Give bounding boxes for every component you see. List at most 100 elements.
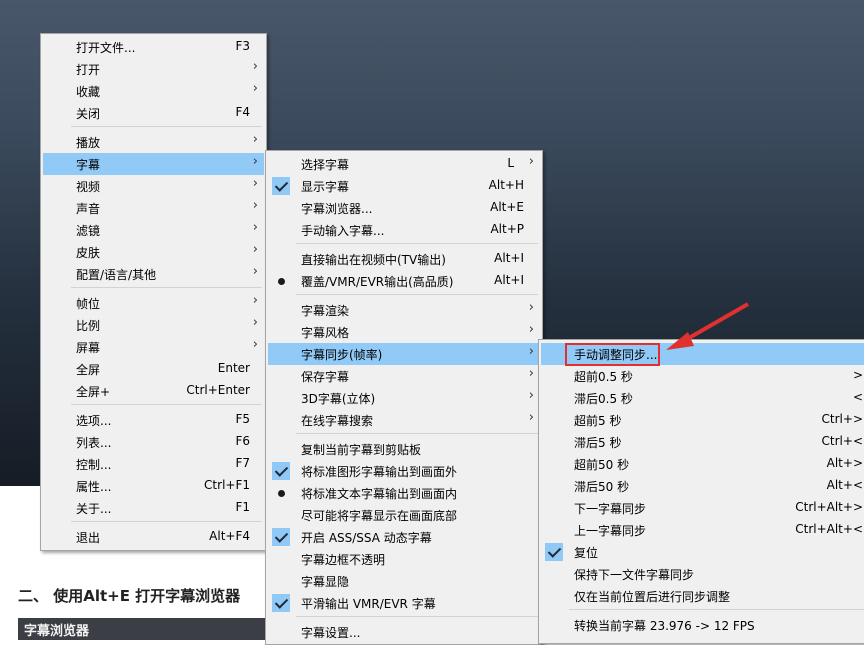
context-menu-main: 打开文件... F3 打开 › 收藏 › 关闭 F4 播放 › 字幕 › 视频 › 声音 › 滤镜 › 皮肤 › 配置/…	[40, 33, 267, 551]
menu1-item[interactable]: 控制... F7	[43, 453, 264, 475]
menu-item-shortcut: F1	[235, 500, 250, 514]
menu1-item[interactable]: 属性... Ctrl+F1	[43, 475, 264, 497]
menu-item-shortcut: >	[852, 368, 863, 382]
menu3-item[interactable]: 滞后0.5 秒 <	[541, 387, 864, 409]
menu-item-label: 复位	[574, 546, 599, 560]
menu-item-label: 平滑输出 VMR/EVR 字幕	[301, 597, 436, 611]
menu1-item[interactable]: 收藏 ›	[43, 80, 264, 102]
menu1-item[interactable]: 帧位 ›	[43, 292, 264, 314]
menu2-item[interactable]: 字幕同步(帧率) ›	[268, 343, 540, 365]
menu2-item[interactable]: 保存字幕 ›	[268, 365, 540, 387]
submenu-arrow-icon: ›	[252, 315, 258, 330]
menu2-item[interactable]: 字幕显隐	[268, 570, 540, 592]
menu-item-label: 字幕同步(帧率)	[301, 348, 383, 362]
menu1-item[interactable]: 声音 ›	[43, 197, 264, 219]
article-heading: 二、 使用Alt+E 打开字幕浏览器	[18, 587, 241, 605]
menu2-item[interactable]: 在线字幕搜索 ›	[268, 409, 540, 431]
menu2-item[interactable]: 显示字幕 Alt+H	[268, 175, 540, 197]
menu1-item[interactable]: 全屏 Enter	[43, 358, 264, 380]
submenu-arrow-icon: ›	[252, 220, 258, 235]
menu1-item[interactable]: 关闭 F4	[43, 102, 264, 124]
submenu-arrow-icon: ›	[252, 81, 258, 96]
menu1-item[interactable]: 退出 Alt+F4	[43, 526, 264, 548]
menu2-item[interactable]: 开启 ASS/SSA 动态字幕	[268, 526, 540, 548]
menu3-item[interactable]: 保持下一文件字幕同步	[541, 563, 864, 585]
menu-separator	[71, 287, 262, 288]
checkmark-icon	[272, 177, 290, 195]
menu3-item[interactable]: 超前50 秒 Alt+>	[541, 453, 864, 475]
menu-item-shortcut: <	[852, 390, 863, 404]
menu2-item[interactable]: 将标准图形字幕输出到画面外	[268, 460, 540, 482]
menu-item-label: 开启 ASS/SSA 动态字幕	[301, 531, 432, 545]
menu3-item[interactable]: 仅在当前位置后进行同步调整	[541, 585, 864, 607]
menu-separator	[71, 126, 262, 127]
menu-item-shortcut: F4	[235, 105, 250, 119]
checkmark-icon	[272, 594, 290, 612]
menu1-item[interactable]: 关于... F1	[43, 497, 264, 519]
menu-item-label: 收藏	[76, 85, 101, 99]
menu1-item[interactable]: 列表... F6	[43, 431, 264, 453]
menu-item-label: 退出	[76, 531, 101, 545]
menu3-item[interactable]: 复位	[541, 541, 864, 563]
submenu-arrow-icon: ›	[252, 59, 258, 74]
menu2-item[interactable]: 手动输入字幕... Alt+P	[268, 219, 540, 241]
menu-item-label: 字幕	[76, 158, 101, 172]
menu2-item[interactable]: 字幕浏览器... Alt+E	[268, 197, 540, 219]
menu2-item[interactable]: 尽可能将字幕显示在画面底部	[268, 504, 540, 526]
menu2-item[interactable]: 3D字幕(立体) ›	[268, 387, 540, 409]
menu2-item[interactable]: 直接输出在视频中(TV输出) Alt+I	[268, 248, 540, 270]
menu2-item[interactable]: 选择字幕 L ›	[268, 153, 540, 175]
menu-item-shortcut: Alt+<	[826, 478, 863, 492]
menu-item-label: 列表...	[76, 436, 112, 450]
menu-item-shortcut: Ctrl+Enter	[186, 383, 250, 397]
menu3-item[interactable]: 下一字幕同步 Ctrl+Alt+>	[541, 497, 864, 519]
menu1-item[interactable]: 皮肤 ›	[43, 241, 264, 263]
submenu-arrow-icon: ›	[528, 300, 534, 315]
subtitle-browser-title: 字幕浏览器	[24, 624, 90, 639]
menu2-item[interactable]: 字幕边框不透明	[268, 548, 540, 570]
radio-dot-icon	[278, 278, 285, 285]
menu-item-label: 视频	[76, 180, 101, 194]
menu-item-label: 下一字幕同步	[574, 502, 647, 516]
menu1-item[interactable]: 全屏+ Ctrl+Enter	[43, 380, 264, 402]
menu-separator	[71, 404, 262, 405]
menu-item-shortcut: Enter	[217, 361, 250, 375]
menu-item-label: 打开文件...	[76, 41, 136, 55]
menu2-item[interactable]: 覆盖/VMR/EVR输出(高品质) Alt+I	[268, 270, 540, 292]
menu-item-label: 显示字幕	[301, 180, 350, 194]
menu2-item[interactable]: 平滑输出 VMR/EVR 字幕	[268, 592, 540, 614]
menu-item-label: 保持下一文件字幕同步	[574, 568, 695, 582]
menu3-item[interactable]: 超前0.5 秒 >	[541, 365, 864, 387]
menu-item-label: 将标准文本字幕输出到画面内	[301, 487, 458, 501]
menu1-item[interactable]: 屏幕 ›	[43, 336, 264, 358]
annotation-highlight-box	[565, 343, 660, 366]
menu2-item[interactable]: 将标准文本字幕输出到画面内	[268, 482, 540, 504]
menu-item-shortcut: F3	[235, 39, 250, 53]
menu1-item[interactable]: 配置/语言/其他 ›	[43, 263, 264, 285]
menu1-item[interactable]: 播放 ›	[43, 131, 264, 153]
menu2-item[interactable]: 字幕渲染 ›	[268, 299, 540, 321]
menu1-item[interactable]: 选项... F5	[43, 409, 264, 431]
menu-item-shortcut: Ctrl+Alt+>	[795, 500, 863, 514]
menu3-item[interactable]: 滞后5 秒 Ctrl+<	[541, 431, 864, 453]
menu3-item[interactable]: 上一字幕同步 Ctrl+Alt+<	[541, 519, 864, 541]
submenu-arrow-icon: ›	[252, 293, 258, 308]
menu1-item[interactable]: 视频 ›	[43, 175, 264, 197]
menu3-item[interactable]: 滞后50 秒 Alt+<	[541, 475, 864, 497]
menu-item-shortcut: L	[507, 156, 514, 170]
subtitle-sync-submenu: 手动调整同步... 超前0.5 秒 > 滞后0.5 秒 < 超前5 秒 Ctrl+> 滞后5 …	[538, 339, 864, 644]
menu2-item[interactable]: 字幕风格 ›	[268, 321, 540, 343]
menu1-item[interactable]: 打开文件... F3	[43, 36, 264, 58]
menu-separator	[71, 521, 262, 522]
menu1-item[interactable]: 字幕 ›	[43, 153, 264, 175]
menu-item-label: 字幕渲染	[301, 304, 350, 318]
menu1-item[interactable]: 比例 ›	[43, 314, 264, 336]
menu2-item[interactable]: 复制当前字幕到剪贴板	[268, 438, 540, 460]
menu-item-label: 比例	[76, 319, 101, 333]
menu3-item[interactable]: 转换当前字幕 23.976 -> 12 FPS	[541, 614, 864, 636]
menu-item-label: 字幕边框不透明	[301, 553, 386, 567]
menu1-item[interactable]: 滤镜 ›	[43, 219, 264, 241]
menu1-item[interactable]: 打开 ›	[43, 58, 264, 80]
subtitle-browser-preview: 字幕浏览器	[18, 618, 266, 640]
menu3-item[interactable]: 超前5 秒 Ctrl+>	[541, 409, 864, 431]
